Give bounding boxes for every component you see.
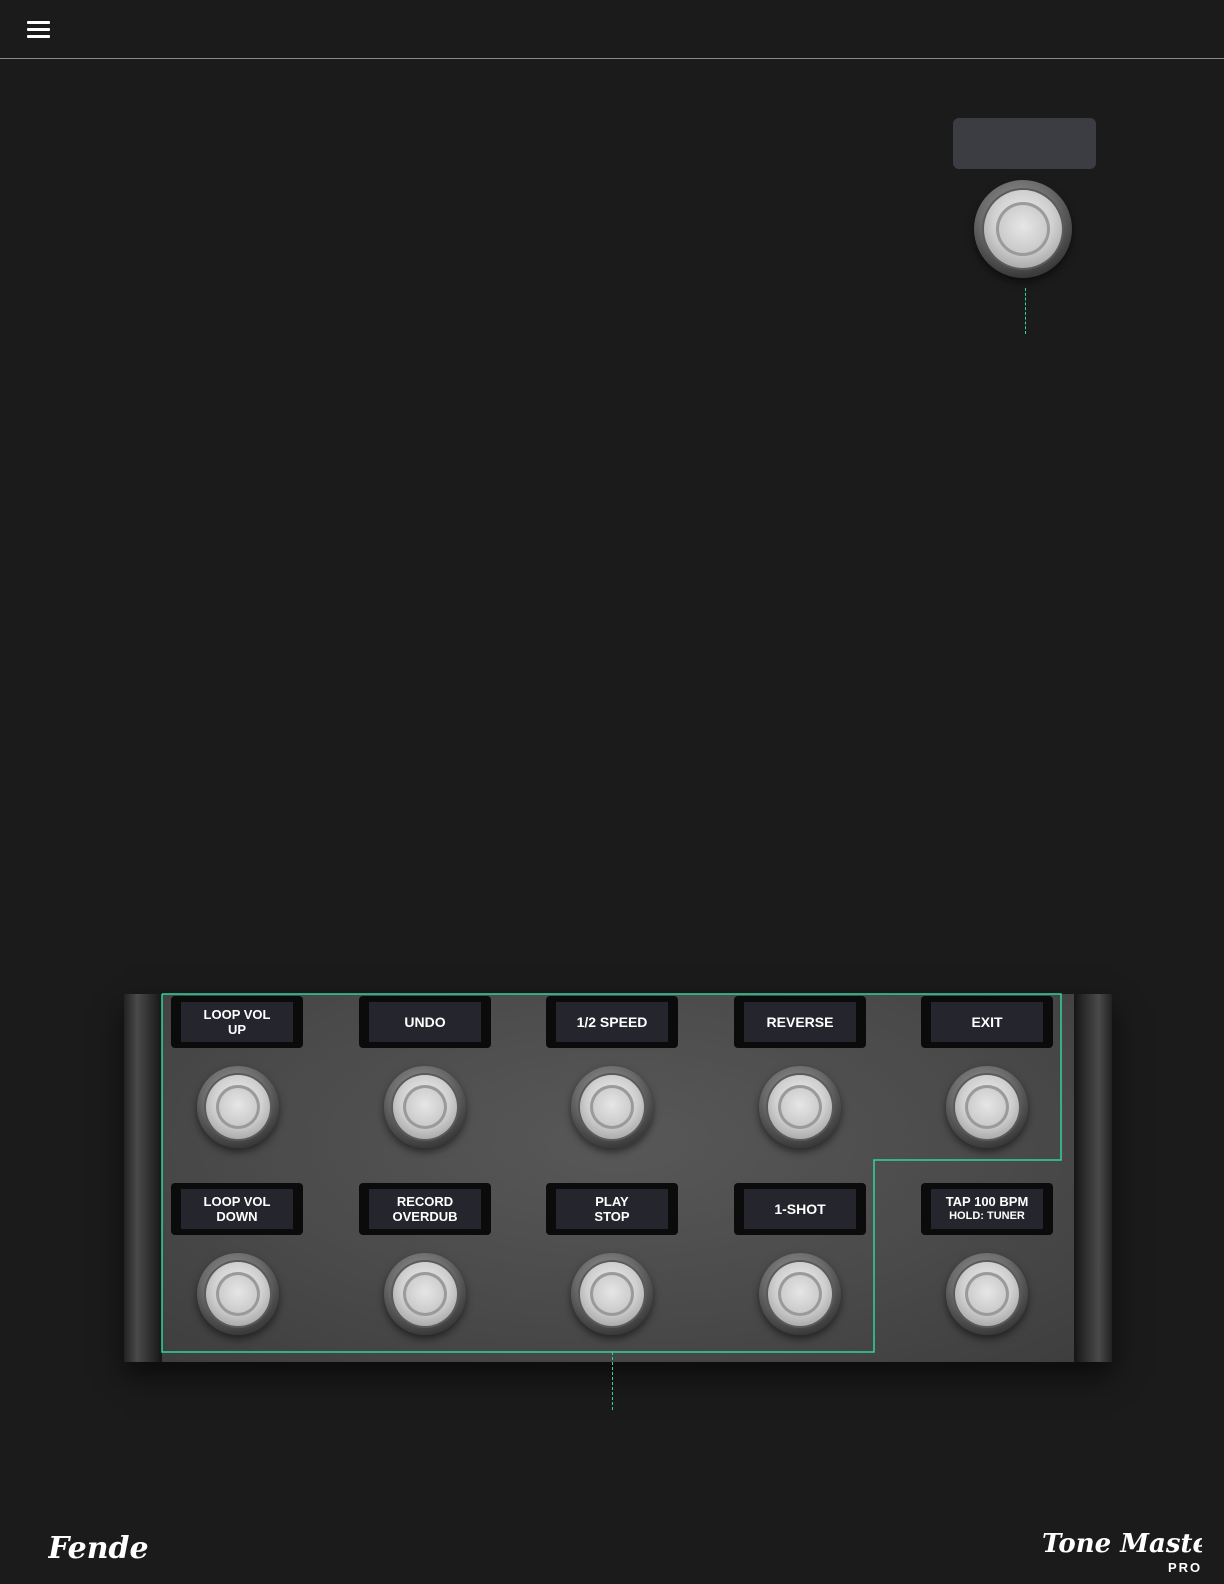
footswitch-5[interactable] [946,1066,1028,1148]
label-line: OVERDUB [392,1209,458,1224]
footswitch-4[interactable] [759,1066,841,1148]
label-line: LOOP VOL [203,1007,271,1022]
footswitch-label-6: LOOP VOL DOWN [171,1183,303,1235]
label-line: EXIT [971,1013,1003,1030]
footswitch-label-10: TAP 100 BPM HOLD: TUNER [921,1183,1053,1235]
label-line: UP [227,1022,247,1037]
footswitch-3[interactable] [571,1066,653,1148]
top-bar [0,0,1224,59]
board-connector-line [612,1352,613,1410]
label-line: PLAY [595,1194,629,1209]
label-line: RECORD [396,1194,454,1209]
footswitch-label-4: REVERSE [734,996,866,1048]
footswitch-10[interactable] [946,1253,1028,1335]
footswitch-label-3: 1/2 SPEED [546,996,678,1048]
tone-master-pro-text: PRO [1168,1560,1202,1575]
footswitch-1[interactable] [197,1066,279,1148]
label-line: UNDO [404,1013,446,1030]
label-line: HOLD: TUNER [949,1210,1025,1222]
footswitch-8[interactable] [571,1253,653,1335]
footswitch-7[interactable] [384,1253,466,1335]
footswitch-label-9: 1-SHOT [734,1183,866,1235]
external-switch-connector-line [1025,288,1026,334]
footswitch-label-1: LOOP VOL UP [171,996,303,1048]
label-line: TAP 100 BPM [945,1194,1029,1209]
label-line: 1/2 SPEED [576,1013,648,1030]
label-line: REVERSE [766,1013,834,1030]
label-line: STOP [594,1209,630,1224]
fender-logo: Fender [47,1528,167,1573]
tone-master-logo-text: Tone Master [1042,1529,1202,1559]
label-line: 1-SHOT [774,1200,826,1217]
footswitch-label-2: UNDO [359,996,491,1048]
footswitch-label-8: PLAY STOP [546,1183,678,1235]
external-switch-display [953,118,1096,169]
hamburger-menu-icon[interactable] [27,21,50,41]
board-endcap-right [1074,994,1112,1362]
footswitch-6[interactable] [197,1253,279,1335]
fender-logo-text: Fender [48,1531,148,1566]
footswitch-cap[interactable] [974,180,1072,278]
tone-master-pro-logo: Tone Master PRO [1042,1526,1224,1581]
footswitch-label-7: RECORD OVERDUB [359,1183,491,1235]
board-endcap-left [124,994,162,1362]
footswitch-2[interactable] [384,1066,466,1148]
label-line: LOOP VOL [203,1194,271,1209]
label-line: DOWN [216,1209,258,1224]
external-footswitch[interactable] [974,180,1072,278]
footswitch-label-5: EXIT [921,996,1053,1048]
footswitch-9[interactable] [759,1253,841,1335]
